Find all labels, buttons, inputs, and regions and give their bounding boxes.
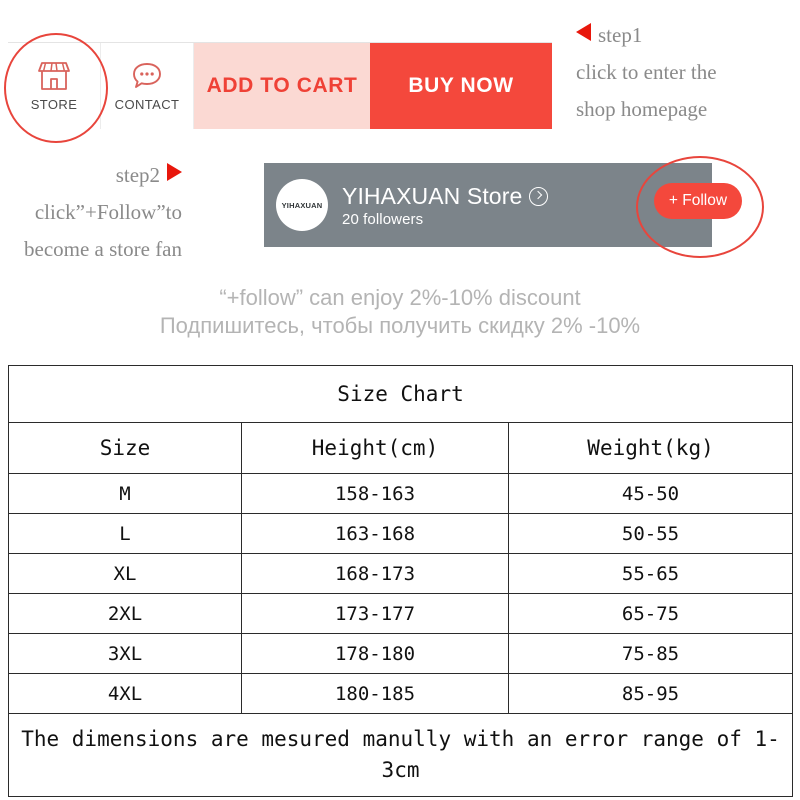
discount-note: “+follow” can enjoy 2%-10% discount Подп… bbox=[0, 284, 800, 340]
cell-height: 173-177 bbox=[241, 593, 509, 634]
cell-weight: 50-55 bbox=[507, 513, 794, 554]
size-chart-title-row: Size Chart bbox=[7, 365, 794, 423]
table-row: M 158-163 45-50 bbox=[8, 473, 794, 514]
contact-button-label: CONTACT bbox=[114, 97, 180, 112]
storefront-icon bbox=[37, 60, 71, 92]
buy-now-button[interactable]: BUY NOW bbox=[370, 43, 552, 129]
chat-bubble-icon bbox=[130, 60, 164, 92]
discount-line-en: “+follow” can enjoy 2%-10% discount bbox=[219, 285, 581, 310]
store-avatar: YIHAXUAN bbox=[276, 179, 328, 231]
cell-size: 4XL bbox=[8, 673, 242, 714]
arrow-right-icon bbox=[167, 163, 183, 181]
step2-line2: become a store fan bbox=[24, 237, 183, 261]
cell-height: 178-180 bbox=[241, 633, 509, 674]
size-chart-header-row: Size Height(cm) Weight(kg) bbox=[8, 422, 794, 474]
step1-title-row: step1 bbox=[576, 17, 717, 54]
cell-size: L bbox=[8, 513, 242, 554]
cell-size: XL bbox=[8, 553, 242, 594]
chevron-right-circle-icon bbox=[529, 186, 549, 206]
cell-size: 3XL bbox=[8, 633, 242, 674]
cell-weight: 65-75 bbox=[507, 593, 794, 634]
store-banner[interactable]: YIHAXUAN YIHAXUAN Store 20 followers bbox=[264, 163, 712, 247]
size-chart-title: Size Chart bbox=[7, 365, 794, 423]
store-name-row[interactable]: YIHAXUAN Store bbox=[342, 182, 549, 210]
cell-height: 180-185 bbox=[241, 673, 509, 714]
header-height: Height(cm) bbox=[241, 422, 509, 474]
cell-height: 163-168 bbox=[241, 513, 509, 554]
size-chart-note-row: The dimensions are mesured manully with … bbox=[7, 713, 794, 797]
store-avatar-label: YIHAXUAN bbox=[281, 200, 323, 210]
cell-weight: 55-65 bbox=[507, 553, 794, 594]
store-button[interactable]: STORE bbox=[8, 43, 101, 129]
step1-annotation: step1 click to enter the shop homepage bbox=[576, 17, 717, 128]
store-followers-count: 20 followers bbox=[342, 210, 424, 228]
cell-height: 158-163 bbox=[241, 473, 509, 514]
size-chart-table: Size Chart Size Height(cm) Weight(kg) M … bbox=[7, 365, 794, 797]
step1-line1: click to enter the bbox=[576, 60, 717, 84]
step1-line2: shop homepage bbox=[576, 97, 708, 121]
table-row: 3XL 178-180 75-85 bbox=[8, 633, 794, 674]
contact-button[interactable]: CONTACT bbox=[101, 43, 194, 129]
cell-size: 2XL bbox=[8, 593, 242, 634]
table-row: XL 168-173 55-65 bbox=[8, 553, 794, 594]
step2-title: step2 bbox=[115, 163, 161, 187]
cell-height: 168-173 bbox=[241, 553, 509, 594]
size-chart-note: The dimensions are mesured manully with … bbox=[7, 713, 794, 797]
cell-weight: 45-50 bbox=[507, 473, 794, 514]
cell-weight: 75-85 bbox=[507, 633, 794, 674]
cell-weight: 85-95 bbox=[507, 673, 794, 714]
header-size: Size bbox=[8, 422, 242, 474]
step2-annotation: step2 click”+Follow”to become a store fa… bbox=[24, 157, 183, 268]
store-meta: YIHAXUAN Store 20 followers bbox=[342, 182, 549, 228]
header-weight: Weight(kg) bbox=[507, 422, 794, 474]
discount-line-ru: Подпишитесь, чтобы получить скидку 2% -1… bbox=[159, 313, 641, 338]
store-name: YIHAXUAN Store bbox=[342, 182, 523, 209]
store-button-label: STORE bbox=[30, 97, 78, 112]
cell-size: M bbox=[8, 473, 242, 514]
step2-line1: click”+Follow”to bbox=[34, 200, 183, 224]
product-action-bar: STORE CONTACT ADD TO CART BUY NOW bbox=[8, 42, 552, 129]
follow-button[interactable]: + Follow bbox=[654, 183, 742, 219]
table-row: 4XL 180-185 85-95 bbox=[8, 673, 794, 714]
arrow-left-icon bbox=[576, 23, 591, 41]
table-row: L 163-168 50-55 bbox=[8, 513, 794, 554]
add-to-cart-button[interactable]: ADD TO CART bbox=[194, 43, 370, 129]
step2-title-row: step2 bbox=[24, 157, 183, 194]
step1-title: step1 bbox=[598, 23, 643, 47]
table-row: 2XL 173-177 65-75 bbox=[8, 593, 794, 634]
